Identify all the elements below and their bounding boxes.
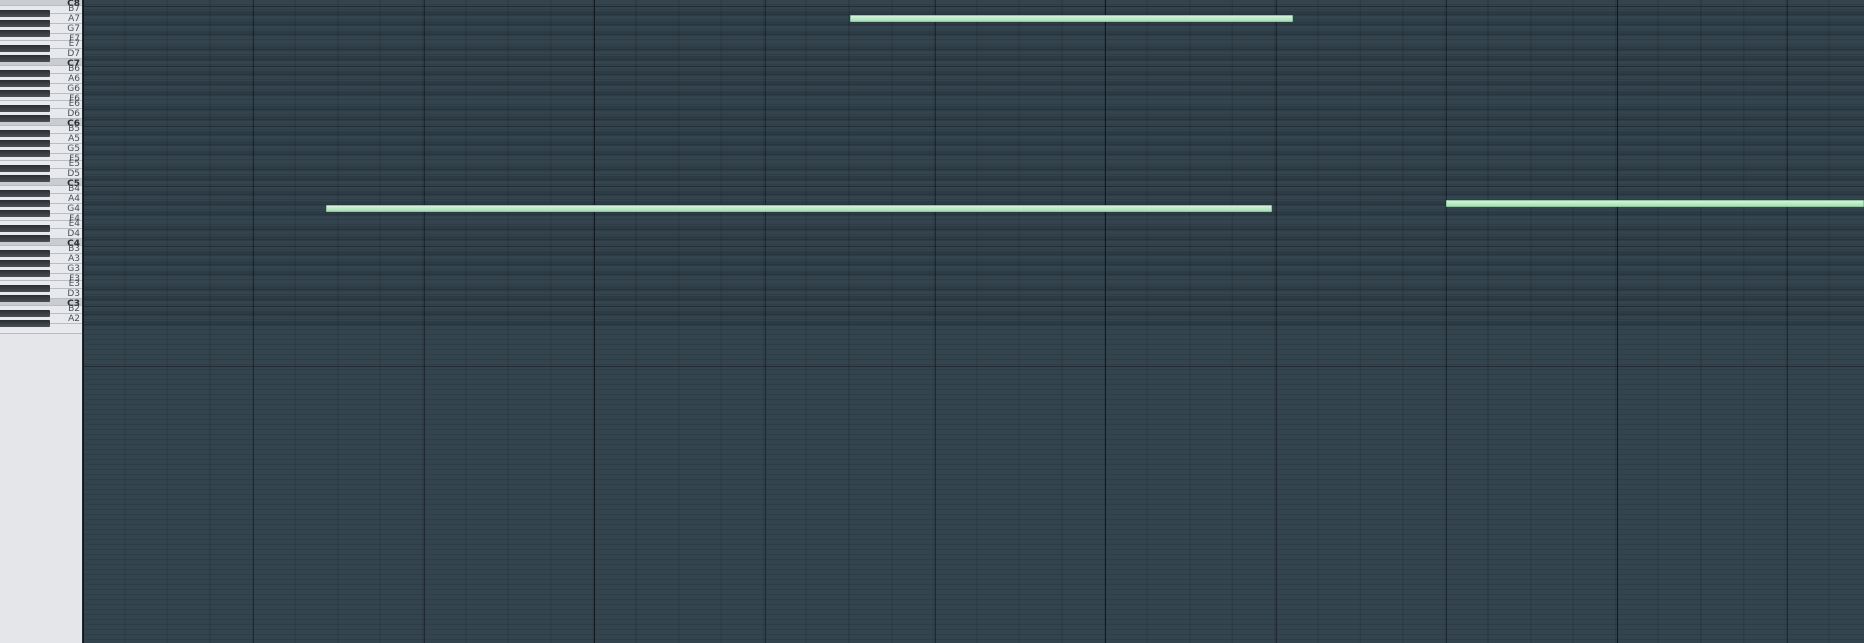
black-key-asharp2[interactable]: [0, 310, 50, 317]
beat-line: [253, 0, 255, 643]
black-key-asharp5[interactable]: [0, 130, 50, 137]
black-key-row: [83, 116, 1864, 121]
beat-line: [1275, 0, 1277, 643]
black-key-dsharp5[interactable]: [0, 165, 50, 172]
black-key-row: [83, 261, 1864, 266]
black-key-row: [83, 91, 1864, 96]
black-key-row: [83, 141, 1864, 146]
black-key-row: [83, 311, 1864, 316]
note-a7[interactable]: [849, 15, 1293, 22]
black-key-csharp6[interactable]: [0, 115, 50, 122]
octave-line: [83, 366, 1864, 367]
octave-line: [83, 66, 1864, 67]
black-key-fsharp4[interactable]: [0, 210, 50, 217]
beat-line: [764, 0, 766, 643]
bar-line: [1616, 0, 1618, 643]
black-key-gsharp5[interactable]: [0, 140, 50, 147]
black-key-csharp3[interactable]: [0, 295, 50, 302]
black-key-row: [83, 131, 1864, 136]
octave-line: [83, 186, 1864, 187]
black-key-row: [83, 31, 1864, 36]
black-key-csharp5[interactable]: [0, 175, 50, 182]
black-key-row: [83, 71, 1864, 76]
black-key-fsharp5[interactable]: [0, 150, 50, 157]
black-key-dsharp4[interactable]: [0, 225, 50, 232]
black-key-row: [83, 106, 1864, 111]
octave-line: [83, 126, 1864, 127]
black-key-fsharp3[interactable]: [0, 270, 50, 277]
black-key-row: [83, 176, 1864, 181]
black-key-asharp6[interactable]: [0, 70, 50, 77]
note-gsharp4[interactable]: [1446, 200, 1864, 207]
bar-line: [1105, 0, 1107, 643]
black-key-row: [83, 321, 1864, 326]
black-key-row: [83, 251, 1864, 256]
black-key-row: [83, 151, 1864, 156]
black-key-gsharp2[interactable]: [0, 320, 50, 327]
octave-line: [83, 306, 1864, 307]
black-key-csharp4[interactable]: [0, 235, 50, 242]
piano-roll-window: C8 B7 A7 G7 F7 E7 D7 C7 B6 A6 G6 F6 E6 D6 C6 B5 A5 G5 F5 E5…: [0, 0, 1864, 643]
black-key-dsharp6[interactable]: [0, 105, 50, 112]
bar-line: [594, 0, 596, 643]
black-key-row: [83, 46, 1864, 51]
piano-keyboard[interactable]: C8 B7 A7 G7 F7 E7 D7 C7 B6 A6 G6 F6 E6 D6 C6 B5 A5 G5 F5 E5…: [0, 0, 83, 643]
black-key-csharp7[interactable]: [0, 55, 50, 62]
note-grid[interactable]: [83, 0, 1864, 643]
black-key-fsharp7[interactable]: [0, 30, 50, 37]
black-key-asharp4[interactable]: [0, 190, 50, 197]
black-key-row: [83, 191, 1864, 196]
black-key-row: [83, 271, 1864, 276]
black-key-dsharp7[interactable]: [0, 45, 50, 52]
black-key-row: [83, 296, 1864, 301]
black-key-asharp7[interactable]: [0, 10, 50, 17]
black-key-gsharp3[interactable]: [0, 260, 50, 267]
black-key-row: [83, 56, 1864, 61]
beat-line: [1787, 0, 1788, 643]
bar-line: [83, 0, 84, 643]
black-key-row: [83, 236, 1864, 241]
beat-line: [1446, 0, 1448, 643]
black-key-gsharp7[interactable]: [0, 20, 50, 27]
black-key-gsharp4[interactable]: [0, 200, 50, 207]
beat-line: [423, 0, 425, 643]
octave-line: [83, 6, 1864, 7]
black-key-asharp3[interactable]: [0, 250, 50, 257]
black-key-row: [83, 166, 1864, 171]
black-key-row: [83, 81, 1864, 86]
black-key-gsharp6[interactable]: [0, 80, 50, 87]
black-key-fsharp6[interactable]: [0, 90, 50, 97]
octave-line: [83, 246, 1864, 247]
black-key-row: [83, 226, 1864, 231]
black-key-row: [83, 286, 1864, 291]
note-g4[interactable]: [325, 205, 1272, 212]
beat-line: [935, 0, 936, 643]
black-key-dsharp3[interactable]: [0, 285, 50, 292]
